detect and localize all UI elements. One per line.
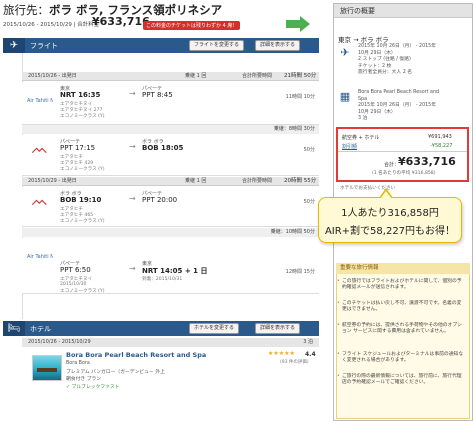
per-person-average: (1 名あたりの平均 ¥316,858) — [372, 171, 436, 176]
flight-details-button[interactable]: 詳細を表示する — [255, 40, 301, 51]
package-price: ¥691,943 — [428, 134, 452, 140]
airplane-icon: ✈ — [3, 38, 25, 53]
air-tahiti-logo — [31, 199, 47, 205]
air-tahiti-nui-logo: Air Tahiti Nui — [27, 98, 53, 103]
flight-section-bar: ✈ フライト フライトを変更する 詳細を表示する — [3, 38, 319, 53]
callout-savings: AIR+割で58,227円もお得！ — [324, 226, 456, 237]
svg-text:Air Tahiti Nui: Air Tahiti Nui — [27, 254, 53, 259]
green-arrow-icon — [286, 16, 310, 32]
flight-leg[interactable]: Air Tahiti Nui 東京 NRT 16:35 エアタヒチヌイ エアタヒ… — [22, 82, 319, 125]
summary-flight-info: 2015年 10月 26日（月） - 2015年 10月 29日（木） 2 スト… — [358, 44, 437, 75]
package-label: 航空券 + ホテル — [342, 135, 380, 141]
air-tahiti-logo — [31, 147, 47, 153]
notice-item: この旅行ではフライトおよびホテルに関して、個別の予約確認メールが送信されます。 — [337, 279, 466, 292]
review-count[interactable]: (93 件の評価) — [280, 359, 309, 365]
hotel-room: プレミアム バンガロー（ガーデンビュー 外上 — [66, 370, 165, 375]
change-hotel-button[interactable]: ホテルを変更する — [189, 323, 240, 334]
flight-leg[interactable]: パペーテ PPT 17:15 エアタヒチ エアタヒチ 429 エコノミークラス … — [22, 135, 319, 176]
arrow-right-icon: → — [129, 264, 136, 273]
notice-item: フライト スケジュールおよびターミナルは事前の通知なく変更される場合があります。 — [337, 352, 466, 365]
svg-text:Air Tahiti Nui: Air Tahiti Nui — [27, 98, 53, 103]
return-header: 2015/10/29 - 出発日 乗継 1 回 合計所要時間 — [22, 177, 319, 186]
outbound-header: 2015/10/26 - 出発日 乗継 1 回 合計所要時間 — [22, 72, 319, 81]
flight-leg[interactable]: Air Tahiti Nui パペーテ PPT 6:50 エアタヒチヌイ 201… — [22, 238, 319, 294]
hotel-section-label: ホテル — [30, 325, 51, 333]
layover-row: 乗継：8時間 30分 — [22, 125, 319, 134]
header-total-price: ¥633,716 — [92, 15, 150, 28]
trip-dates: 2015/10/26 - 2015/10/29 | 合計料金 — [3, 22, 100, 28]
flight-section-label: フライト — [30, 42, 58, 50]
savings-callout: 1人あたり316,858円 AIR+割で58,227円もお得！ — [318, 188, 462, 243]
summary-hotel-info: Bora Bora Pearl Beach Resort and Spa 201… — [358, 90, 440, 121]
total-label: 合計： — [384, 162, 400, 168]
rating-stars: ★★★★★ — [268, 350, 295, 357]
hotel-icon: ▦ — [339, 90, 351, 103]
return-total-time: 20時間 55分 — [284, 178, 317, 184]
total-price: ¥633,716 — [398, 155, 456, 168]
hotel-section-bar: 🛏 ホテル ホテルを変更する 詳細を表示する — [3, 321, 319, 336]
notice-item: ご旅行の際の最新情報については、旅行前に、旅行代理店の予約確認メールでご確認くだ… — [337, 374, 466, 387]
change-flight-button[interactable]: フライトを変更する — [189, 40, 245, 51]
important-info-title: 重要な旅行情報 — [336, 263, 470, 274]
air-tahiti-nui-logo: Air Tahiti Nui — [27, 254, 53, 259]
hotel-photo[interactable] — [32, 355, 62, 381]
discount-value: -¥58,227 — [430, 143, 453, 149]
notice-item: このチケットは払い戻し不可、譲渡不可です。名義の変更はできません。 — [337, 301, 466, 314]
flight-leg[interactable]: ボラ ボラ BOB 19:10 エアタヒチ エアタヒチ 465 エコノミークラス… — [22, 187, 319, 227]
arrow-right-icon: → — [129, 89, 136, 98]
discount-label[interactable]: 割引額 — [342, 143, 357, 150]
summary-route: 東京 → ボラ ボラ — [338, 36, 389, 44]
layover-row: 乗継：10時間 50分 — [22, 228, 319, 237]
bed-icon: 🛏 — [3, 321, 25, 336]
hotel-dates-header: 2015/10/26 - 2015/10/29 3 泊 — [22, 338, 319, 347]
hotel-city: Bora Bora — [66, 361, 90, 366]
rating-value: 4.4 — [305, 351, 316, 358]
arrow-right-icon: → — [129, 194, 136, 203]
summary-title: 旅行の概要 — [334, 4, 472, 18]
divider — [338, 151, 467, 152]
hotel-details-button[interactable]: 詳細を表示する — [255, 323, 301, 334]
seats-left-badge: この料金のチケットは残りわずか 4 席！ — [143, 21, 241, 30]
notice-item: 航空券の予約には、提供される手荷物やその他のオプション サービスに関する費用は含… — [337, 323, 466, 336]
airplane-icon: ✈ — [340, 46, 350, 59]
arrow-right-icon: → — [129, 142, 136, 151]
outbound-total-time: 21時間 50分 — [284, 73, 317, 79]
hotel-name-link[interactable]: Bora Bora Pearl Beach Resort and Spa — [66, 351, 206, 359]
hotel-meal-plan: 朝食付き プラン — [66, 377, 102, 382]
callout-per-person: 1人あたり316,858円 — [341, 208, 439, 219]
breakfast-label: ✓ ブルブレックファスト — [66, 385, 120, 390]
